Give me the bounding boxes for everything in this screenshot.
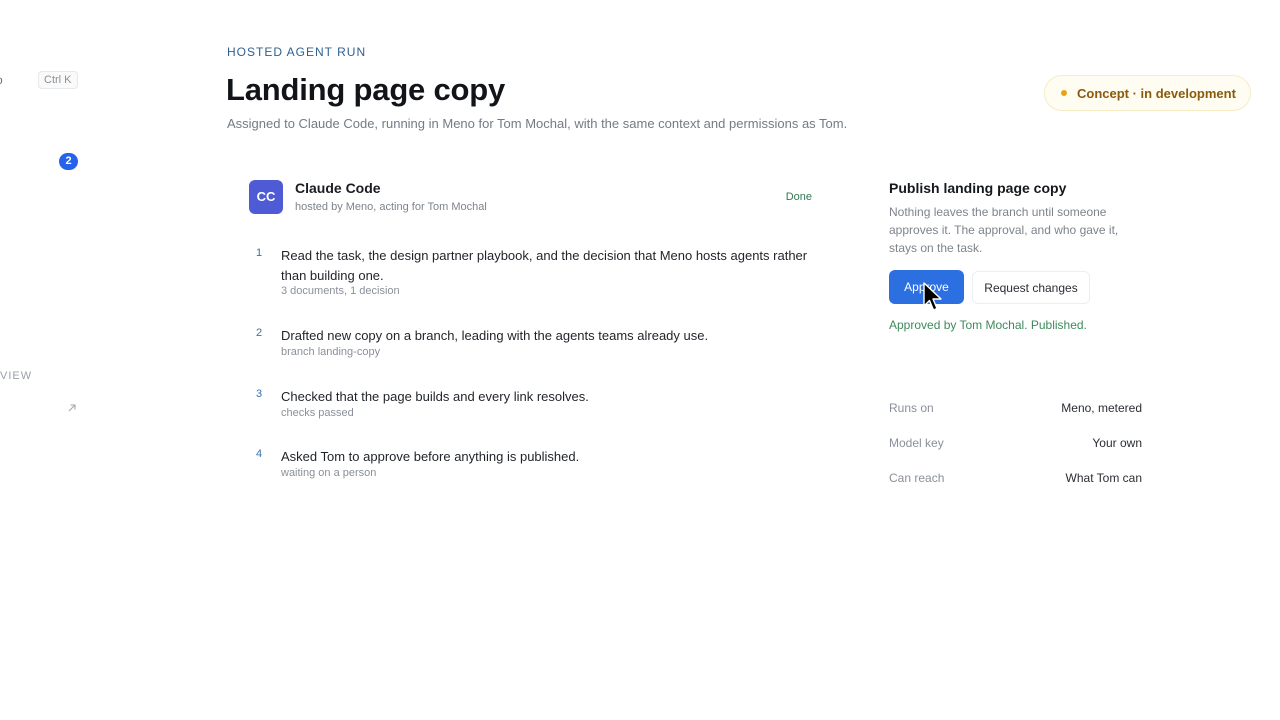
- list-item: 2 Drafted new copy on a branch, leading …: [256, 326, 816, 360]
- page-eyebrow: HOSTED AGENT RUN: [227, 45, 367, 59]
- sidebar-count-badge: 2: [59, 153, 78, 170]
- approval-result: Approved by Tom Mochal. Published.: [889, 318, 1087, 332]
- step-text: Read the task, the design partner playbo…: [281, 248, 808, 283]
- list-item: 1 Read the task, the design partner play…: [256, 246, 816, 298]
- avatar: CC: [249, 180, 283, 214]
- request-changes-button[interactable]: Request changes: [972, 271, 1090, 304]
- detail-key: Can reach: [889, 471, 945, 485]
- step-note: 3 documents, 1 decision: [281, 285, 400, 297]
- page-title: Landing page copy: [226, 72, 506, 107]
- detail-row-runs-on: Runs on Meno, metered: [889, 401, 1142, 421]
- arrow-up-right-icon[interactable]: [65, 401, 79, 415]
- approval-description: Nothing leaves the branch until someone …: [889, 205, 1119, 255]
- status-dot-icon: [1061, 90, 1067, 96]
- detail-value: Meno, metered: [1061, 401, 1142, 415]
- agent-card: CC Claude Code hosted by Meno, acting fo…: [249, 179, 814, 215]
- page-subtitle: Assigned to Claude Code, running in Meno…: [227, 116, 848, 131]
- sidebar-fragment-text: o: [0, 73, 3, 87]
- search-shortcut-hint: Ctrl K: [38, 71, 78, 89]
- step-note: branch landing-copy: [281, 346, 381, 358]
- status-pill: Concept · in development: [1044, 75, 1251, 111]
- step-number: 3: [256, 388, 263, 400]
- detail-row-can-reach: Can reach What Tom can: [889, 471, 1142, 491]
- detail-value: Your own: [1092, 436, 1142, 450]
- step-note: waiting on a person: [281, 467, 377, 479]
- step-number: 4: [256, 448, 263, 460]
- agent-status: Done: [785, 191, 812, 203]
- step-text: Drafted new copy on a branch, leading wi…: [281, 328, 709, 343]
- mouse-cursor-icon: [923, 282, 942, 311]
- detail-row-model-key: Model key Your own: [889, 436, 1142, 456]
- step-note: checks passed: [281, 407, 354, 419]
- detail-key: Model key: [889, 436, 944, 450]
- list-item: 4 Asked Tom to approve before anything i…: [256, 447, 816, 481]
- agent-name: Claude Code: [295, 180, 381, 196]
- sidebar-section-label: VIEW: [0, 370, 33, 382]
- step-text: Asked Tom to approve before anything is …: [281, 449, 580, 464]
- detail-key: Runs on: [889, 401, 934, 415]
- step-text: Checked that the page builds and every l…: [281, 389, 589, 404]
- agent-meta: hosted by Meno, acting for Tom Mochal: [295, 201, 487, 213]
- step-number: 1: [256, 247, 263, 259]
- detail-value: What Tom can: [1065, 471, 1142, 485]
- approval-title: Publish landing page copy: [889, 180, 1067, 196]
- step-number: 2: [256, 327, 263, 339]
- list-item: 3 Checked that the page builds and every…: [256, 387, 816, 421]
- status-pill-label: Concept · in development: [1077, 85, 1236, 101]
